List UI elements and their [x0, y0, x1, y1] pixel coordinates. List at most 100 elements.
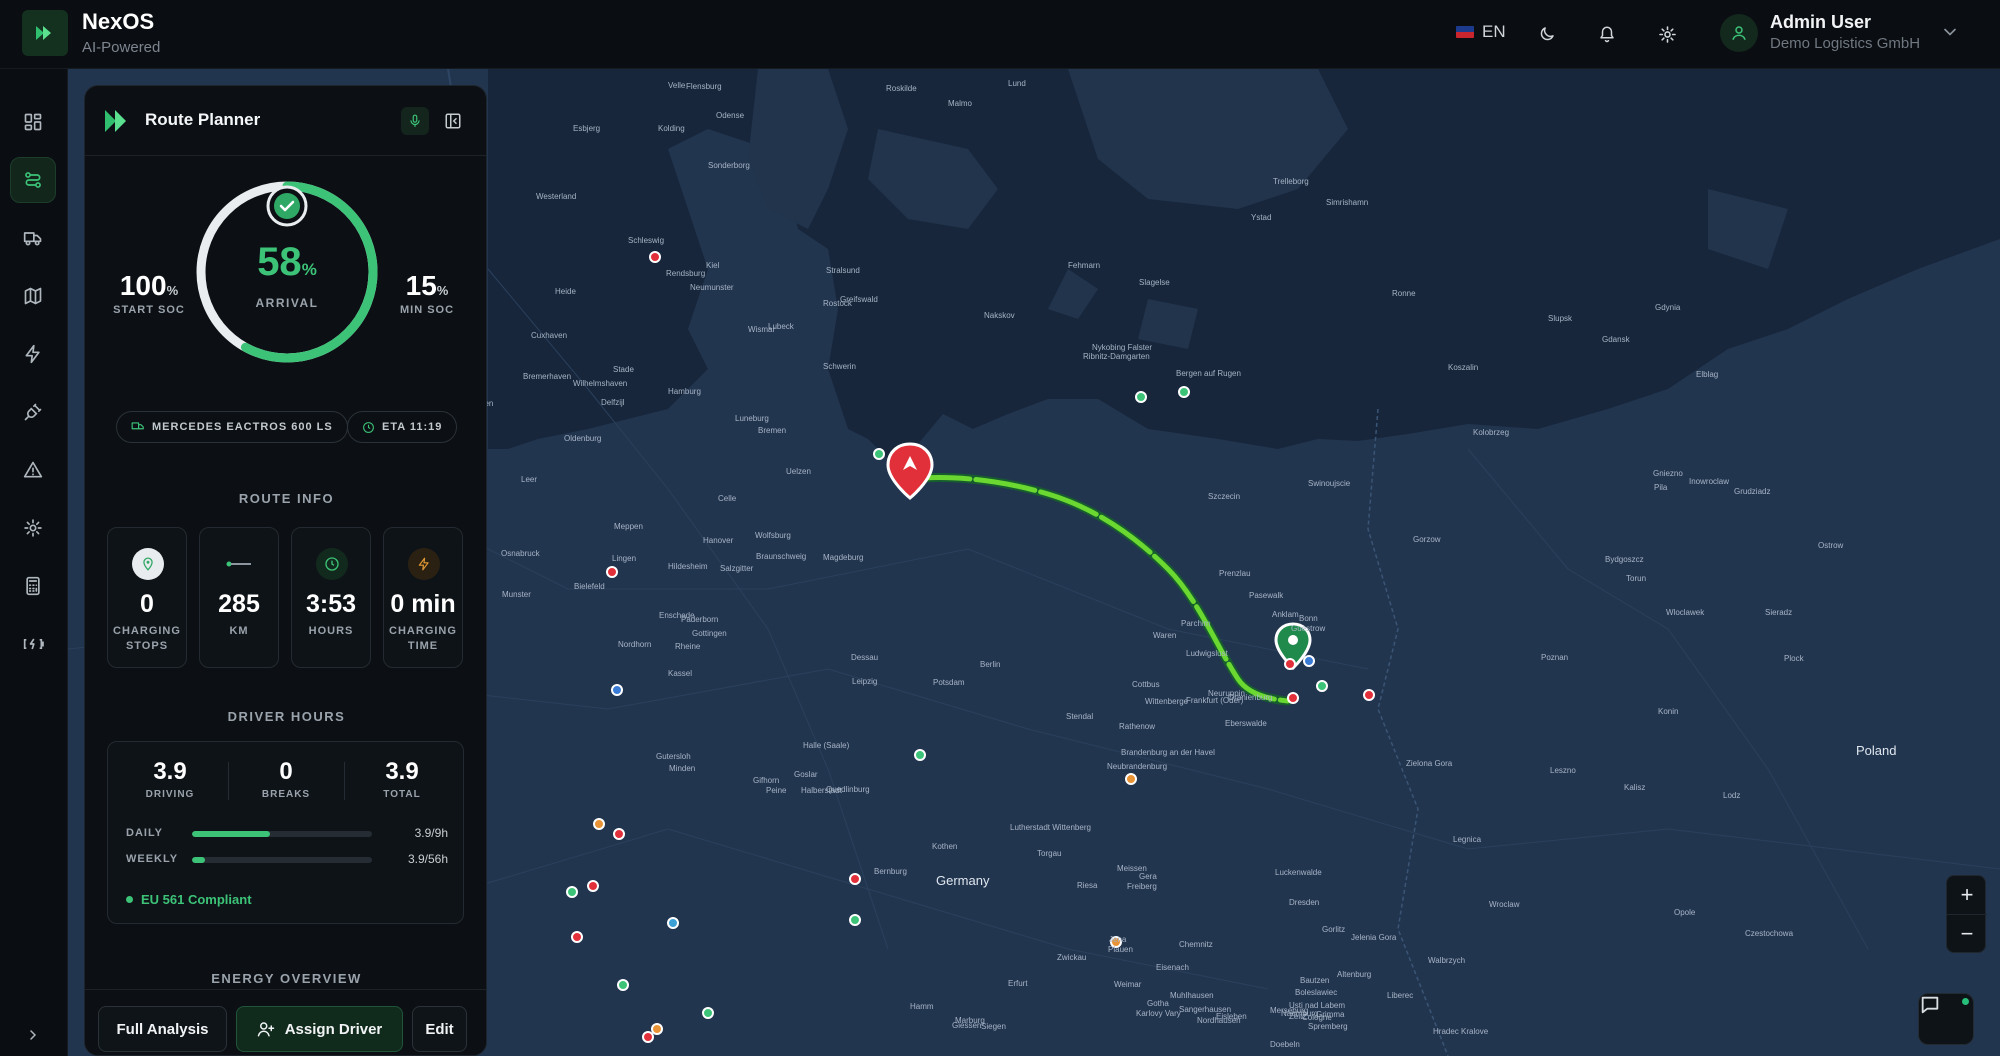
map-poi-marker[interactable] [1363, 689, 1375, 701]
sidebar-item-map[interactable] [10, 273, 56, 319]
sidebar-item-calculator[interactable] [10, 563, 56, 609]
vehicle-chip[interactable]: MERCEDES EACTROS 600 LS [116, 411, 348, 443]
charging-stops-value: 0 [140, 590, 154, 618]
map-place-label: Bergen auf Rugen [1176, 369, 1241, 378]
map-poi-marker[interactable] [649, 251, 661, 263]
nexos-logo[interactable] [22, 10, 68, 56]
map-poi-marker[interactable] [1316, 680, 1328, 692]
sidebar-item-alerts[interactable] [10, 447, 56, 493]
map-place-label: Roskilde [886, 84, 917, 93]
min-soc-value: 15 [405, 270, 437, 301]
map-poi-marker[interactable] [606, 566, 618, 578]
edit-label: Edit [425, 1020, 454, 1038]
weekly-hours-bar: WEEKLY 3.9/56h [126, 852, 448, 868]
map-place-label: Sonderborg [708, 161, 750, 170]
notifications-bell-icon[interactable] [1593, 20, 1621, 48]
voice-input-button[interactable] [401, 107, 429, 135]
map-place-label: Zeitz [1289, 1012, 1307, 1021]
duration-label: HOURS [308, 625, 354, 637]
route-planner-panel: Route Planner 100% START SOC 15% MIN SOC… [84, 85, 487, 1056]
map-place-label: Jelenia Gora [1351, 933, 1397, 942]
location-pin-icon [132, 548, 164, 580]
sidebar-item-route-planner[interactable] [10, 157, 56, 203]
app-tagline: AI-Powered [82, 39, 161, 56]
map-place-label: Bremen [758, 426, 787, 435]
chevron-down-icon[interactable] [1940, 22, 1960, 42]
map-poi-marker[interactable] [702, 1007, 714, 1019]
map-poi-marker[interactable] [613, 828, 625, 840]
sidebar-item-fleet[interactable] [10, 215, 56, 261]
map-place-label: Ribnitz-Damgarten [1083, 352, 1150, 361]
map-place-label: Luneburg [735, 414, 769, 423]
map-poi-marker[interactable] [1284, 658, 1296, 670]
full-analysis-button[interactable]: Full Analysis [98, 1006, 227, 1052]
map-poi-marker[interactable] [566, 886, 578, 898]
total-value: 3.9 [385, 758, 419, 785]
map-place-label: Neuruppin [1208, 689, 1245, 698]
map-poi-marker[interactable] [914, 749, 926, 761]
map-place-label: Anklam [1272, 610, 1299, 619]
zoom-in-button[interactable]: + [1947, 876, 1987, 914]
map-place-label: Waren [1153, 631, 1177, 640]
map-place-label: Gera [1139, 872, 1157, 881]
map-place-label: Gotha [1147, 999, 1169, 1008]
map-place-label: Pila [1654, 483, 1668, 492]
assign-driver-label: Assign Driver [284, 1020, 383, 1038]
map-place-label: Boleslawiec [1295, 988, 1338, 997]
chat-online-dot [1962, 998, 1969, 1005]
eta-chip[interactable]: ETA 11:19 [347, 411, 458, 443]
user-organization: Demo Logistics GmbH [1770, 35, 1921, 52]
arrival-label: ARRIVAL [255, 296, 319, 310]
user-avatar-icon[interactable] [1720, 14, 1758, 52]
map-place-label: Oldenburg [564, 434, 602, 443]
route-start-pin-icon[interactable] [885, 442, 935, 502]
lightning-icon [25, 344, 40, 364]
map-place-label: Wilhelmshaven [573, 379, 628, 388]
map-poi-marker[interactable] [849, 873, 861, 885]
map-poi-marker[interactable] [667, 917, 679, 929]
edit-button[interactable]: Edit [412, 1006, 467, 1052]
map-place-label: Zwickau [1057, 953, 1087, 962]
language-selector[interactable]: EN [1456, 22, 1506, 42]
collapse-panel-button[interactable] [439, 107, 467, 135]
map-poi-marker[interactable] [849, 914, 861, 926]
map-poi-marker[interactable] [1287, 692, 1299, 704]
assign-driver-button[interactable]: Assign Driver [236, 1006, 403, 1052]
map-poi-marker[interactable] [587, 880, 599, 892]
expand-sidebar-chevron-icon[interactable] [20, 1022, 46, 1048]
map-place-label: Salzgitter [720, 564, 754, 573]
map-poi-marker[interactable] [1178, 386, 1190, 398]
sidebar-item-charging[interactable] [10, 389, 56, 435]
map-place-label: Lingen [612, 554, 637, 563]
settings-gear-icon[interactable] [1653, 20, 1681, 48]
map-poi-marker[interactable] [611, 684, 623, 696]
map-place-label: Guestrow [1291, 624, 1326, 633]
daily-progress-fill [192, 831, 270, 837]
map-place-label: Kolobrzeg [1473, 428, 1510, 437]
route-icon [25, 172, 41, 188]
map-place-label: Lund [1008, 79, 1026, 88]
microphone-icon [410, 114, 420, 127]
sidebar-item-settings[interactable] [10, 505, 56, 551]
map-place-label: Fehmarn [1068, 261, 1101, 270]
theme-toggle-moon-icon[interactable] [1533, 20, 1561, 48]
map-poi-marker[interactable] [571, 931, 583, 943]
zoom-out-button[interactable]: − [1947, 914, 1987, 952]
map-place-label: Liberec [1387, 991, 1414, 1000]
map-poi-marker[interactable] [1125, 773, 1137, 785]
lightning-icon [408, 548, 440, 580]
sidebar-item-dashboard[interactable] [10, 99, 56, 145]
map-poi-marker[interactable] [1135, 391, 1147, 403]
map-poi-marker[interactable] [593, 818, 605, 830]
map-poi-marker[interactable] [1303, 655, 1315, 667]
map-poi-marker[interactable] [873, 448, 885, 460]
sidebar-item-battery[interactable] [10, 621, 56, 667]
user-name[interactable]: Admin User [1770, 12, 1871, 33]
map-poi-marker[interactable] [617, 979, 629, 991]
map-place-label: Pasewalk [1249, 591, 1284, 600]
charging-time-value: 0 min [390, 590, 456, 618]
sidebar-item-energy[interactable] [10, 331, 56, 377]
map-place-label: Magdeburg [823, 553, 864, 562]
chat-button[interactable] [1918, 993, 1974, 1045]
map-poi-marker[interactable] [651, 1023, 663, 1035]
